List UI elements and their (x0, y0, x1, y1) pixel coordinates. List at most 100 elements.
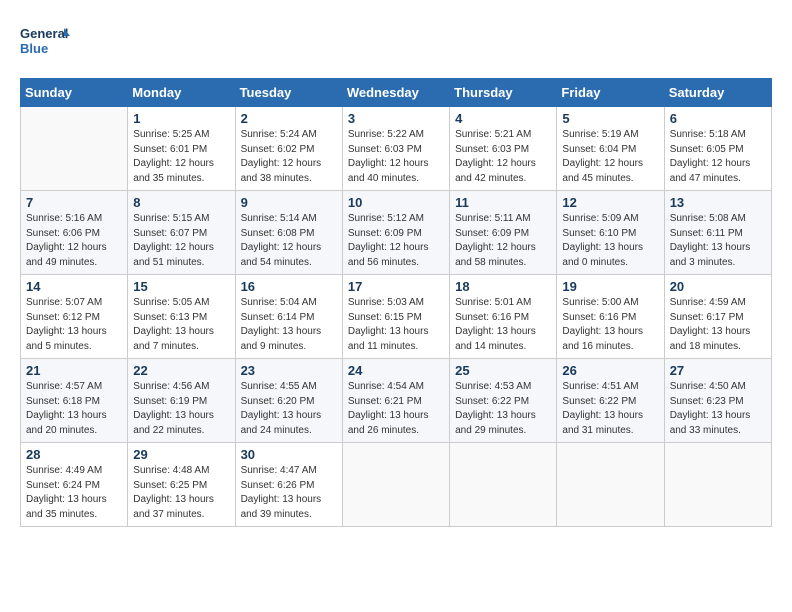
calendar-table: SundayMondayTuesdayWednesdayThursdayFrid… (20, 78, 772, 527)
week-row-1: 1Sunrise: 5:25 AM Sunset: 6:01 PM Daylig… (21, 107, 772, 191)
day-info: Sunrise: 5:03 AM Sunset: 6:15 PM Dayligh… (348, 296, 444, 354)
calendar-cell: 5 Sunrise: 5:19 AM Sunset: 6:04 PM Daylig… (557, 107, 664, 191)
svg-text:General: General (20, 26, 68, 41)
day-info: Sunrise: 5:05 AM Sunset: 6:13 PM Dayligh… (133, 296, 229, 354)
day-info: Sunrise: 4:50 AM Sunset: 6:23 PM Dayligh… (670, 380, 766, 438)
calendar-cell: 16 Sunrise: 5:04 AM Sunset: 6:14 PM Dayli… (235, 275, 342, 359)
calendar-cell: 26 Sunrise: 4:51 AM Sunset: 6:22 PM Dayli… (557, 359, 664, 443)
calendar-cell: 18 Sunrise: 5:01 AM Sunset: 6:16 PM Dayli… (450, 275, 557, 359)
day-info: Sunrise: 5:21 AM Sunset: 6:03 PM Dayligh… (455, 128, 551, 186)
day-number: 27 (670, 363, 766, 378)
day-info: Sunrise: 5:22 AM Sunset: 6:03 PM Dayligh… (348, 128, 444, 186)
calendar-cell: 19 Sunrise: 5:00 AM Sunset: 6:16 PM Dayli… (557, 275, 664, 359)
day-number: 4 (455, 111, 551, 126)
day-info: Sunrise: 5:16 AM Sunset: 6:06 PM Dayligh… (26, 212, 122, 270)
day-info: Sunrise: 5:01 AM Sunset: 6:16 PM Dayligh… (455, 296, 551, 354)
day-info: Sunrise: 5:19 AM Sunset: 6:04 PM Dayligh… (562, 128, 658, 186)
calendar-cell: 21 Sunrise: 4:57 AM Sunset: 6:18 PM Dayli… (21, 359, 128, 443)
calendar-cell: 23 Sunrise: 4:55 AM Sunset: 6:20 PM Dayli… (235, 359, 342, 443)
day-info: Sunrise: 4:49 AM Sunset: 6:24 PM Dayligh… (26, 464, 122, 522)
day-number: 5 (562, 111, 658, 126)
day-number: 8 (133, 195, 229, 210)
day-number: 28 (26, 447, 122, 462)
calendar-cell (342, 443, 449, 527)
day-number: 2 (241, 111, 337, 126)
day-number: 7 (26, 195, 122, 210)
calendar-cell: 3 Sunrise: 5:22 AM Sunset: 6:03 PM Daylig… (342, 107, 449, 191)
calendar-cell (557, 443, 664, 527)
day-number: 12 (562, 195, 658, 210)
day-number: 16 (241, 279, 337, 294)
calendar-cell: 29 Sunrise: 4:48 AM Sunset: 6:25 PM Dayli… (128, 443, 235, 527)
day-info: Sunrise: 4:48 AM Sunset: 6:25 PM Dayligh… (133, 464, 229, 522)
calendar-cell: 30 Sunrise: 4:47 AM Sunset: 6:26 PM Dayli… (235, 443, 342, 527)
week-row-3: 14 Sunrise: 5:07 AM Sunset: 6:12 PM Dayli… (21, 275, 772, 359)
weekday-header-saturday: Saturday (664, 79, 771, 107)
calendar-cell (664, 443, 771, 527)
calendar-cell: 24 Sunrise: 4:54 AM Sunset: 6:21 PM Dayli… (342, 359, 449, 443)
calendar-cell: 12 Sunrise: 5:09 AM Sunset: 6:10 PM Dayli… (557, 191, 664, 275)
calendar-cell: 17 Sunrise: 5:03 AM Sunset: 6:15 PM Dayli… (342, 275, 449, 359)
logo: General Blue (20, 20, 70, 62)
day-info: Sunrise: 4:54 AM Sunset: 6:21 PM Dayligh… (348, 380, 444, 438)
day-info: Sunrise: 4:53 AM Sunset: 6:22 PM Dayligh… (455, 380, 551, 438)
week-row-2: 7 Sunrise: 5:16 AM Sunset: 6:06 PM Daylig… (21, 191, 772, 275)
calendar-cell (450, 443, 557, 527)
calendar-cell: 2Sunrise: 5:24 AM Sunset: 6:02 PM Daylig… (235, 107, 342, 191)
day-number: 17 (348, 279, 444, 294)
calendar-cell: 20 Sunrise: 4:59 AM Sunset: 6:17 PM Dayli… (664, 275, 771, 359)
day-info: Sunrise: 4:47 AM Sunset: 6:26 PM Dayligh… (241, 464, 337, 522)
day-number: 1 (133, 111, 229, 126)
calendar-cell: 6Sunrise: 5:18 AM Sunset: 6:05 PM Daylig… (664, 107, 771, 191)
calendar-cell: 4 Sunrise: 5:21 AM Sunset: 6:03 PM Daylig… (450, 107, 557, 191)
weekday-header-tuesday: Tuesday (235, 79, 342, 107)
logo-svg: General Blue (20, 20, 70, 62)
day-number: 29 (133, 447, 229, 462)
calendar-cell: 28 Sunrise: 4:49 AM Sunset: 6:24 PM Dayli… (21, 443, 128, 527)
day-number: 3 (348, 111, 444, 126)
calendar-cell: 8 Sunrise: 5:15 AM Sunset: 6:07 PM Daylig… (128, 191, 235, 275)
calendar-cell: 14 Sunrise: 5:07 AM Sunset: 6:12 PM Dayli… (21, 275, 128, 359)
day-info: Sunrise: 4:51 AM Sunset: 6:22 PM Dayligh… (562, 380, 658, 438)
day-number: 21 (26, 363, 122, 378)
weekday-header-thursday: Thursday (450, 79, 557, 107)
svg-text:Blue: Blue (20, 41, 48, 56)
weekday-header-monday: Monday (128, 79, 235, 107)
day-number: 24 (348, 363, 444, 378)
calendar-cell: 11Sunrise: 5:11 AM Sunset: 6:09 PM Dayli… (450, 191, 557, 275)
calendar-cell: 27 Sunrise: 4:50 AM Sunset: 6:23 PM Dayli… (664, 359, 771, 443)
day-number: 14 (26, 279, 122, 294)
day-number: 22 (133, 363, 229, 378)
day-info: Sunrise: 5:00 AM Sunset: 6:16 PM Dayligh… (562, 296, 658, 354)
calendar-cell: 13Sunrise: 5:08 AM Sunset: 6:11 PM Dayli… (664, 191, 771, 275)
calendar-cell: 22 Sunrise: 4:56 AM Sunset: 6:19 PM Dayli… (128, 359, 235, 443)
day-info: Sunrise: 5:18 AM Sunset: 6:05 PM Dayligh… (670, 128, 766, 186)
day-number: 18 (455, 279, 551, 294)
calendar-cell (21, 107, 128, 191)
day-number: 25 (455, 363, 551, 378)
calendar-cell: 7 Sunrise: 5:16 AM Sunset: 6:06 PM Daylig… (21, 191, 128, 275)
day-info: Sunrise: 4:56 AM Sunset: 6:19 PM Dayligh… (133, 380, 229, 438)
day-number: 19 (562, 279, 658, 294)
day-number: 23 (241, 363, 337, 378)
day-number: 30 (241, 447, 337, 462)
weekday-header-sunday: Sunday (21, 79, 128, 107)
day-info: Sunrise: 5:15 AM Sunset: 6:07 PM Dayligh… (133, 212, 229, 270)
calendar-cell: 25 Sunrise: 4:53 AM Sunset: 6:22 PM Dayli… (450, 359, 557, 443)
day-number: 10 (348, 195, 444, 210)
calendar-cell: 9Sunrise: 5:14 AM Sunset: 6:08 PM Daylig… (235, 191, 342, 275)
week-row-5: 28 Sunrise: 4:49 AM Sunset: 6:24 PM Dayli… (21, 443, 772, 527)
day-info: Sunrise: 5:04 AM Sunset: 6:14 PM Dayligh… (241, 296, 337, 354)
calendar-cell: 1Sunrise: 5:25 AM Sunset: 6:01 PM Daylig… (128, 107, 235, 191)
day-info: Sunrise: 4:57 AM Sunset: 6:18 PM Dayligh… (26, 380, 122, 438)
day-number: 26 (562, 363, 658, 378)
day-info: Sunrise: 5:09 AM Sunset: 6:10 PM Dayligh… (562, 212, 658, 270)
day-number: 20 (670, 279, 766, 294)
calendar-cell: 10Sunrise: 5:12 AM Sunset: 6:09 PM Dayli… (342, 191, 449, 275)
day-info: Sunrise: 5:07 AM Sunset: 6:12 PM Dayligh… (26, 296, 122, 354)
day-info: Sunrise: 5:14 AM Sunset: 6:08 PM Dayligh… (241, 212, 337, 270)
day-info: Sunrise: 4:55 AM Sunset: 6:20 PM Dayligh… (241, 380, 337, 438)
day-info: Sunrise: 4:59 AM Sunset: 6:17 PM Dayligh… (670, 296, 766, 354)
calendar-cell: 15Sunrise: 5:05 AM Sunset: 6:13 PM Dayli… (128, 275, 235, 359)
day-number: 11 (455, 195, 551, 210)
